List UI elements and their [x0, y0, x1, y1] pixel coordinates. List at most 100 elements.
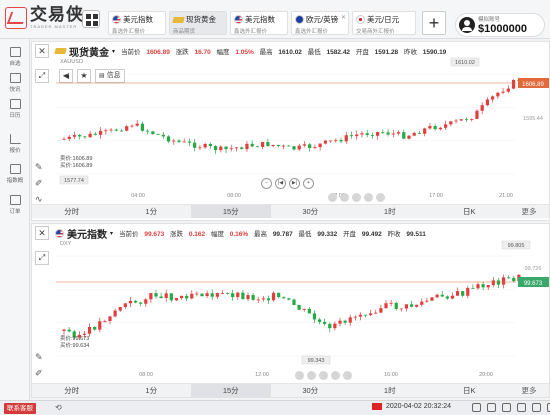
candle-body [399, 308, 403, 310]
add-tab-button[interactable]: + [422, 11, 446, 35]
jump-end-button[interactable]: ▶| [289, 178, 300, 189]
camera-icon[interactable] [487, 403, 496, 412]
news-icon [9, 73, 21, 83]
zoom-in-button[interactable]: + [303, 178, 314, 189]
tf-30m[interactable]: 30分 [271, 384, 351, 397]
sidebar-item-quotes[interactable]: 报价 [0, 134, 30, 154]
candle-body [496, 280, 501, 285]
translate-icon[interactable]: ⟲ [55, 403, 62, 412]
candle-body [389, 302, 393, 304]
draw-tool-icon[interactable]: ✎ [35, 162, 43, 172]
expand-icon[interactable] [532, 403, 541, 412]
candle-body [251, 295, 255, 300]
candle-body [348, 317, 352, 323]
sidebar-item-watchlist[interactable]: 自选 [0, 47, 30, 67]
tf-15m[interactable]: 15分 [191, 205, 271, 218]
candle-body [381, 132, 385, 133]
orders-icon [9, 195, 21, 205]
cn-flag-icon [372, 403, 382, 410]
time-tick-label: 08:00 [139, 372, 153, 378]
candle-body [154, 293, 158, 297]
candle-body [164, 293, 168, 299]
tf-day[interactable]: 日K [430, 384, 510, 397]
wifi-icon[interactable] [517, 403, 526, 412]
tab-usd-index-1[interactable]: 美元指数 鑫选外汇报价 [108, 11, 166, 35]
candle-body [146, 130, 150, 132]
tf-tick[interactable]: 分时 [32, 384, 112, 397]
tf-1m[interactable]: 1分 [112, 384, 192, 397]
account-widget[interactable]: 模拟账号 $1000000 [455, 13, 545, 37]
candle-body [338, 320, 342, 324]
close-icon[interactable]: ✕ [341, 14, 346, 21]
candlestick-chart-dxy[interactable]: 99.673 99.726 99.805 99.343 卖价:99.673买价:99.6… [56, 236, 549, 381]
candle-body [407, 135, 411, 139]
indicator-tool-icon[interactable]: ∿ [35, 194, 43, 204]
pen-tool-icon[interactable]: ✐ [35, 178, 43, 188]
customer-service-button[interactable]: 联系客服 [4, 403, 36, 414]
bookmark-icon[interactable] [502, 403, 511, 412]
candle-body [98, 130, 103, 135]
tab-usd-jpy[interactable]: 美元/日元 交易商外汇报价 [352, 11, 416, 35]
draw-tool-icon[interactable]: ✎ [35, 352, 43, 362]
candle-body [172, 140, 176, 142]
monitor-icon[interactable] [472, 403, 481, 412]
candle-body [308, 144, 312, 149]
candle-body [396, 132, 401, 134]
candle-body [302, 308, 306, 310]
candle-body [343, 320, 347, 323]
candle-body [245, 143, 249, 150]
tab-spot-gold[interactable]: 现货黄金 商品期货 [169, 11, 227, 35]
tf-more[interactable]: 更多 [509, 384, 549, 397]
tab-usd-index-2[interactable]: 美元指数 鑫选外汇报价 [230, 11, 288, 35]
app-subtitle: TRADER MASTER [30, 24, 78, 29]
tf-1h[interactable]: 1时 [350, 384, 430, 397]
candle-body [271, 292, 276, 301]
sidebar-item-orders[interactable]: 订单 [0, 195, 30, 215]
candle-body [250, 143, 254, 147]
candle-body [369, 313, 373, 316]
tf-1m[interactable]: 1分 [112, 205, 192, 218]
pen-tool-icon[interactable]: ✐ [35, 368, 43, 378]
candle-body [67, 329, 71, 332]
tf-30m[interactable]: 30分 [271, 205, 351, 218]
high-tag: 1610.02 [455, 60, 475, 66]
tf-1h[interactable]: 1时 [350, 205, 430, 218]
zoom-out-button[interactable]: − [261, 178, 272, 189]
candle-body [317, 319, 322, 322]
candle-body [190, 293, 194, 299]
close-panel-button[interactable]: ✕ [35, 44, 49, 58]
candle-body [455, 291, 460, 296]
tf-day[interactable]: 日K [430, 205, 510, 218]
tf-more[interactable]: 更多 [509, 205, 549, 218]
sell-price: 卖价:99.673 [60, 335, 89, 342]
candle-body [376, 132, 380, 136]
candle-body [318, 143, 322, 148]
tf-15m[interactable]: 15分 [191, 384, 271, 397]
layout-grid-button[interactable] [82, 10, 100, 28]
chart-panel-gold: ✕ 现货黄金 ▾ 当前价 1606.89 涨跌 16.70 幅度 1.05% 最高… [31, 41, 550, 221]
axis-price-label: 1595.44 [523, 116, 543, 122]
candle-body [225, 293, 230, 294]
candle-body [205, 293, 209, 296]
time-tick-label: 08:00 [227, 193, 241, 199]
candle-body [370, 135, 375, 136]
candle-body [464, 119, 469, 121]
candle-body [82, 333, 87, 335]
tf-tick[interactable]: 分时 [32, 205, 112, 218]
candle-body [195, 293, 199, 295]
logo-icon [5, 6, 27, 29]
sidebar-item-news[interactable]: 快讯 [0, 73, 30, 93]
sidebar-item-calendar[interactable]: 日历 [0, 99, 30, 119]
candle-body [496, 92, 500, 97]
jump-start-button[interactable]: |◀ [275, 178, 286, 189]
candle-body [423, 128, 427, 134]
candle-body [88, 133, 92, 138]
tab-eur-gbp[interactable]: 欧元/英镑 鑫选外汇报价 ✕ [291, 11, 349, 35]
sidebar-item-index[interactable]: 指数概 [0, 164, 30, 184]
close-panel-button[interactable]: ✕ [35, 226, 49, 240]
expand-button[interactable]: ⤢ [35, 251, 49, 265]
candle-body [443, 124, 448, 128]
timeframe-bar: 分时 1分 15分 30分 1时 日K 更多 [32, 383, 549, 397]
expand-button[interactable]: ⤢ [35, 69, 49, 83]
candle-body [276, 144, 280, 147]
